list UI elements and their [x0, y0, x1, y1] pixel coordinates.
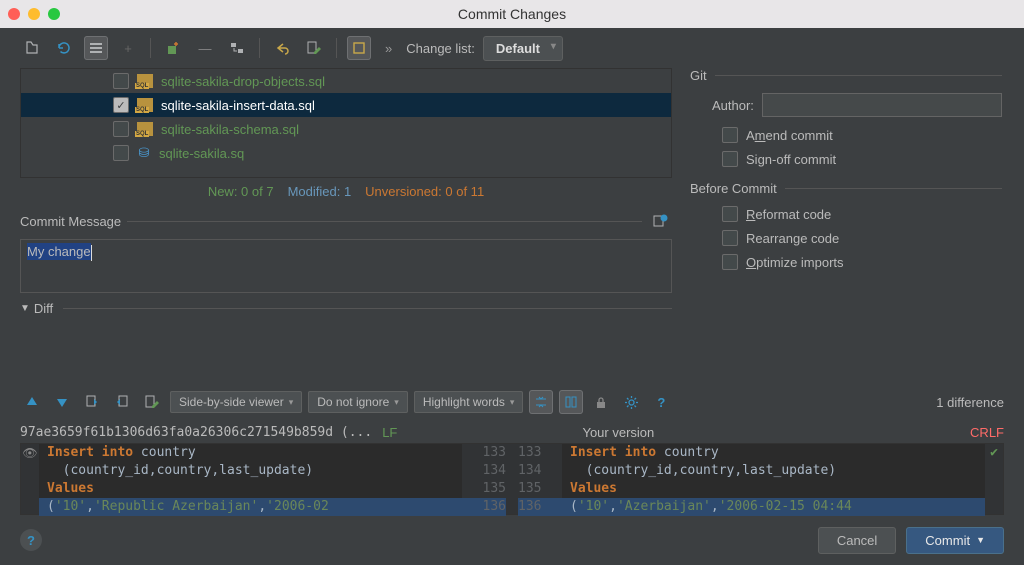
file-tree[interactable]: sqlite-sakila-drop-objects.sql ✓ sqlite-sa… [20, 68, 672, 178]
file-checkbox[interactable]: ✓ [113, 97, 129, 113]
maximize-window-button[interactable] [48, 8, 60, 20]
commit-message-header: Commit Message [20, 209, 672, 233]
file-name-label: sqlite-sakila-insert-data.sql [161, 98, 315, 113]
before-commit-section-header: Before Commit [690, 181, 1002, 196]
history-icon[interactable] [648, 209, 672, 233]
file-name-label: sqlite-sakila.sq [159, 146, 244, 161]
window-title: Commit Changes [458, 6, 566, 22]
diff-left-revision: 97ae3659f61b1306d63fa0a26306c271549b859d… [20, 425, 372, 440]
diff-right-label: Your version [582, 425, 654, 440]
change-list-dropdown[interactable]: Default [483, 36, 563, 61]
signoff-checkbox[interactable] [722, 151, 738, 167]
amend-checkbox[interactable] [722, 127, 738, 143]
close-window-button[interactable] [8, 8, 20, 20]
diff-left-encoding: LF [382, 425, 397, 440]
signoff-label: Sign-off commit [746, 152, 836, 167]
file-row[interactable]: ✓ sqlite-sakila-insert-data.sql [21, 93, 671, 117]
optimize-label: Optimize imports [746, 255, 844, 270]
commit-message-text: My change [27, 243, 91, 260]
file-checkbox[interactable] [113, 145, 129, 161]
status-new: New: 0 of 7 [208, 184, 274, 199]
status-modified: Modified: 1 [288, 184, 352, 199]
author-input[interactable] [762, 93, 1002, 117]
move-changelist-icon[interactable] [225, 36, 249, 60]
edit-diff-icon[interactable] [140, 390, 164, 414]
commit-message-input[interactable]: My change [20, 239, 672, 293]
collapse-unchanged-icon[interactable] [529, 390, 553, 414]
file-row[interactable]: sqlite-sakila-drop-objects.sql [21, 69, 671, 93]
help-icon[interactable]: ? [20, 529, 42, 551]
expand-all-icon[interactable]: + [116, 36, 140, 60]
edit-source-icon[interactable] [302, 36, 326, 60]
change-list-label: Change list: [406, 41, 475, 56]
preview-diff-icon[interactable] [347, 36, 371, 60]
diff-right-encoding: CRLF [970, 425, 1004, 440]
amend-label: Amend commit [746, 128, 833, 143]
diff-viewer[interactable]: 👁 Insert into country (country_id,countr… [20, 443, 1004, 515]
file-checkbox[interactable] [113, 121, 129, 137]
file-checkbox[interactable] [113, 73, 129, 89]
sql-file-icon [137, 122, 153, 136]
diff-left-pane[interactable]: Insert into country (country_id,country,… [39, 444, 462, 514]
eye-icon: 👁 [22, 444, 37, 462]
next-diff-icon[interactable] [50, 390, 74, 414]
optimize-checkbox[interactable] [722, 254, 738, 270]
help-diff-icon[interactable]: ? [649, 390, 673, 414]
gear-icon[interactable] [619, 390, 643, 414]
cancel-button[interactable]: Cancel [818, 527, 896, 554]
diff-count-label: 1 difference [936, 395, 1004, 410]
minimize-window-button[interactable] [28, 8, 40, 20]
next-file-icon[interactable] [110, 390, 134, 414]
dialog-footer: ? Cancel Commit▼ [0, 515, 1024, 565]
diff-section-label: Diff [34, 301, 53, 316]
file-name-label: sqlite-sakila-drop-objects.sql [161, 74, 325, 89]
file-status-row: New: 0 of 7 Modified: 1 Unversioned: 0 o… [20, 178, 672, 203]
rearrange-label: Rearrange code [746, 231, 839, 246]
changes-toolbar: + — » Change list: Default [0, 28, 1024, 68]
author-label: Author: [712, 98, 754, 113]
remove-changelist-icon[interactable]: — [193, 36, 217, 60]
show-diff-icon[interactable] [20, 36, 44, 60]
file-row[interactable]: sqlite-sakila-schema.sql [21, 117, 671, 141]
group-by-icon[interactable] [84, 36, 108, 60]
file-row[interactable]: ⛁ sqlite-sakila.sq [21, 141, 671, 165]
prev-file-icon[interactable] [80, 390, 104, 414]
sql-file-icon [137, 98, 153, 112]
revert-icon[interactable] [270, 36, 294, 60]
diff-section-header[interactable]: ▼ Diff [20, 301, 672, 316]
window-titlebar: Commit Changes [0, 0, 1024, 28]
prev-diff-icon[interactable] [20, 390, 44, 414]
reformat-label: Reformat code [746, 207, 831, 222]
commit-button[interactable]: Commit▼ [906, 527, 1004, 554]
reformat-checkbox[interactable] [722, 206, 738, 222]
file-name-label: sqlite-sakila-schema.sql [161, 122, 299, 137]
ignore-mode-dropdown[interactable]: Do not ignore [308, 391, 408, 413]
diff-right-pane[interactable]: Insert into country (country_id,country,… [562, 444, 985, 514]
highlight-mode-dropdown[interactable]: Highlight words [414, 391, 524, 413]
commit-message-label: Commit Message [20, 214, 121, 229]
viewer-mode-dropdown[interactable]: Side-by-side viewer [170, 391, 302, 413]
rearrange-checkbox[interactable] [722, 230, 738, 246]
database-icon: ⛁ [137, 146, 151, 160]
new-changelist-icon[interactable] [161, 36, 185, 60]
lock-icon[interactable] [589, 390, 613, 414]
check-icon: ✔ [990, 444, 998, 462]
sync-scroll-icon[interactable] [559, 390, 583, 414]
sql-file-icon [137, 74, 153, 88]
git-section-header: Git [690, 68, 1002, 83]
diff-toolbar: Side-by-side viewer Do not ignore Highli… [20, 383, 1004, 421]
status-unversioned: Unversioned: 0 of 11 [365, 184, 484, 199]
refresh-icon[interactable] [52, 36, 76, 60]
